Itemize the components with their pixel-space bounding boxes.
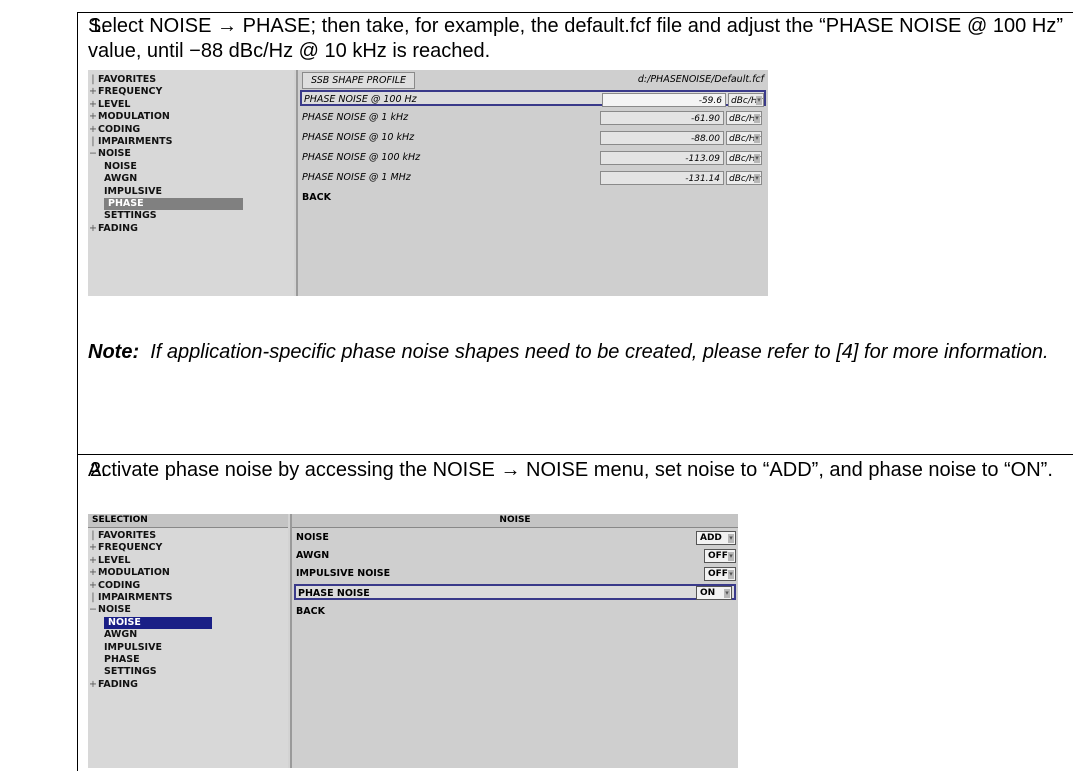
param-value-field[interactable]: -59.6: [602, 93, 726, 107]
setting-row[interactable]: NOISE ADD ▾: [294, 530, 736, 546]
tree-item-fading[interactable]: +FADING: [88, 223, 294, 235]
param-label: PHASE NOISE @ 100 kHz: [302, 152, 421, 163]
selection-header: SELECTION: [88, 514, 288, 528]
tree-item-favorites[interactable]: | FAVORITES: [88, 530, 288, 542]
dropdown-arrow-icon: ▾: [728, 552, 734, 561]
ssb-shape-profile-button[interactable]: SSB SHAPE PROFILE: [302, 72, 416, 89]
setting-select[interactable]: ON ▾: [696, 586, 732, 600]
setting-row[interactable]: PHASE NOISE ON ▾: [294, 584, 736, 600]
step-1-text: Select NOISE → PHASE; then take, for exa…: [88, 15, 1063, 62]
dropdown-arrow-icon: ▾: [756, 96, 762, 105]
unit-select[interactable]: dBc/Hz ▾: [726, 151, 762, 165]
file-path: d:/PHASENOISE/Default.fcf: [637, 74, 764, 85]
back-row[interactable]: BACK: [294, 604, 736, 620]
tree-item-modulation[interactable]: +MODULATION: [88, 567, 288, 579]
param-row[interactable]: PHASE NOISE @ 100 kHz -113.09 dBc/Hz ▾: [300, 150, 766, 166]
param-value-field[interactable]: -131.14: [600, 171, 724, 185]
step-2-text: Activate phase noise by accessing the NO…: [88, 459, 1053, 481]
dropdown-arrow-icon: ▾: [754, 154, 760, 163]
tree-subitem-impulsive[interactable]: IMPULSIVE: [88, 642, 288, 654]
ssb-shape-row: SSB SHAPE PROFILE d:/PHASENOISE/Default.…: [300, 72, 766, 89]
tree-item-impairments[interactable]: | IMPAIRMENTS: [88, 592, 288, 604]
tree-item-modulation[interactable]: +MODULATION: [88, 111, 294, 123]
param-label: PHASE NOISE @ 1 kHz: [302, 112, 409, 123]
setting-row[interactable]: AWGN OFF ▾: [294, 548, 736, 564]
unit-select[interactable]: dBc/Hz ▾: [726, 131, 762, 145]
row-divider: [77, 454, 1073, 455]
setting-select[interactable]: OFF ▾: [704, 549, 736, 563]
tree-item-coding[interactable]: +CODING: [88, 580, 288, 592]
noise-screen: SELECTION | FAVORITES +FREQUENCY +LEVEL +…: [88, 514, 738, 768]
tree-subitem-settings[interactable]: SETTINGS: [88, 210, 294, 222]
setting-label: NOISE: [296, 532, 329, 543]
setting-select[interactable]: ADD ▾: [696, 531, 736, 545]
tree-subitem-noise[interactable]: NOISE: [88, 161, 294, 173]
param-row[interactable]: PHASE NOISE @ 10 kHz -88.00 dBc/Hz ▾: [300, 130, 766, 146]
setting-select[interactable]: OFF ▾: [704, 567, 736, 581]
unit-select[interactable]: dBc/Hz ▾: [728, 93, 764, 107]
param-value-field[interactable]: -88.00: [600, 131, 724, 145]
settings-panel: SSB SHAPE PROFILE d:/PHASENOISE/Default.…: [296, 70, 768, 296]
table-top-border: [77, 12, 1073, 13]
setting-row[interactable]: IMPULSIVE NOISE OFF ▾: [294, 566, 736, 582]
param-row[interactable]: PHASE NOISE @ 1 kHz -61.90 dBc/Hz ▾: [300, 110, 766, 126]
param-value-field[interactable]: -113.09: [600, 151, 724, 165]
noise-panel: NOISE NOISE ADD ▾ AWGN OFF ▾ IMPULSIVE NOI…: [290, 514, 738, 768]
param-row[interactable]: PHASE NOISE @ 1 MHz -131.14 dBc/Hz ▾: [300, 170, 766, 186]
tree-item-frequency[interactable]: +FREQUENCY: [88, 542, 288, 554]
panel-title: NOISE: [292, 514, 738, 528]
dropdown-arrow-icon: ▾: [728, 570, 734, 579]
back-row[interactable]: BACK: [300, 190, 766, 206]
tree-item-noise[interactable]: −NOISE: [88, 604, 288, 616]
tree-subitem-awgn[interactable]: AWGN: [88, 173, 294, 185]
setting-label: PHASE NOISE: [298, 588, 370, 599]
tree-subitem-noise[interactable]: NOISE: [88, 616, 288, 630]
tree-item-frequency[interactable]: +FREQUENCY: [88, 86, 294, 98]
note-label: Note:: [88, 341, 140, 363]
number-column-divider: [77, 12, 78, 771]
tree-item-noise[interactable]: −NOISE: [88, 148, 294, 160]
param-label: PHASE NOISE @ 100 Hz: [304, 94, 417, 105]
dropdown-arrow-icon: ▾: [754, 134, 760, 143]
tree-item-fading[interactable]: +FADING: [88, 679, 288, 691]
phase-noise-screen: | FAVORITES +FREQUENCY +LEVEL +MODULATION…: [88, 70, 768, 296]
dropdown-arrow-icon: ▾: [754, 174, 760, 183]
tree-subitem-phase[interactable]: PHASE: [88, 197, 294, 211]
tree-subitem-phase[interactable]: PHASE: [88, 654, 288, 666]
tree-subitem-impulsive[interactable]: IMPULSIVE: [88, 186, 294, 198]
dropdown-arrow-icon: ▾: [724, 589, 730, 598]
back-button[interactable]: BACK: [296, 604, 325, 620]
menu-tree: | FAVORITES +FREQUENCY +LEVEL +MODULATION…: [88, 70, 294, 296]
dropdown-arrow-icon: ▾: [754, 114, 760, 123]
setting-label: IMPULSIVE NOISE: [296, 568, 391, 579]
unit-select[interactable]: dBc/Hz ▾: [726, 111, 762, 125]
tree-item-favorites[interactable]: | FAVORITES: [88, 74, 294, 86]
tree-item-coding[interactable]: +CODING: [88, 124, 294, 136]
param-row[interactable]: PHASE NOISE @ 100 Hz -59.6 dBc/Hz ▾: [300, 90, 766, 107]
note-text: If application-specific phase noise shap…: [150, 341, 1049, 363]
unit-select[interactable]: dBc/Hz ▾: [726, 171, 762, 185]
back-button[interactable]: BACK: [302, 190, 331, 206]
tree-item-impairments[interactable]: | IMPAIRMENTS: [88, 136, 294, 148]
tree-subitem-settings[interactable]: SETTINGS: [88, 666, 288, 678]
step-1-note: Note: If application-specific phase nois…: [88, 340, 1063, 365]
selection-tree: SELECTION | FAVORITES +FREQUENCY +LEVEL +…: [88, 514, 288, 768]
tree-item-level[interactable]: +LEVEL: [88, 99, 294, 111]
tree-item-level[interactable]: +LEVEL: [88, 555, 288, 567]
setting-label: AWGN: [296, 550, 330, 561]
param-label: PHASE NOISE @ 10 kHz: [302, 132, 415, 143]
tree-subitem-awgn[interactable]: AWGN: [88, 629, 288, 641]
param-label: PHASE NOISE @ 1 MHz: [302, 172, 411, 183]
param-value-field[interactable]: -61.90: [600, 111, 724, 125]
dropdown-arrow-icon: ▾: [728, 534, 734, 543]
